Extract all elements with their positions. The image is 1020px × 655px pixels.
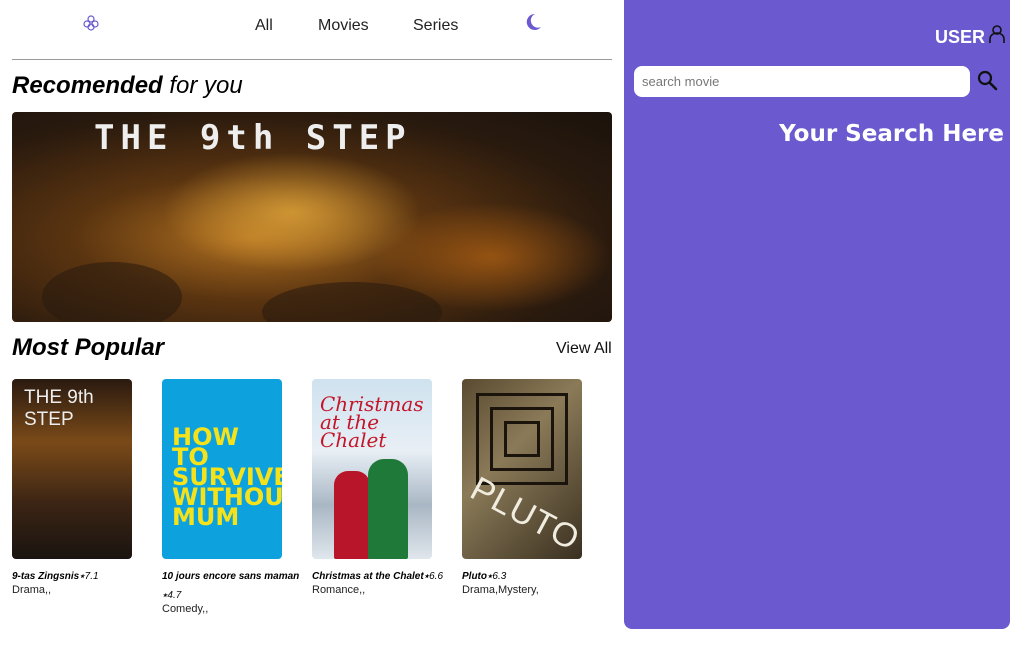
movie-rating-line: ⭑4.7: [162, 590, 302, 601]
movie-poster[interactable]: PLUTO: [462, 379, 582, 559]
movie-title: Pluto: [462, 571, 487, 582]
most-popular-heading: Most Popular: [12, 334, 165, 361]
movie-card: PLUTO Pluto⭑6.3 Drama,Mystery,: [462, 379, 602, 596]
banner-title: THE 9th STEP: [94, 118, 412, 158]
top-navigation: All Movies Series: [12, 0, 612, 60]
poster-text: Christmas at the Chalet: [320, 392, 424, 452]
magnifier-icon[interactable]: [976, 69, 998, 91]
movie-poster[interactable]: THE 9th STEP: [12, 379, 132, 559]
movie-title-line: 9-tas Zingsnis⭑7.1: [12, 571, 152, 582]
nav-all[interactable]: All: [255, 17, 273, 35]
poster-text: HOW TO SURVIVE WITHOUT MUM: [172, 423, 282, 531]
movie-title: Christmas at the Chalet: [312, 571, 424, 582]
movie-rating: 6.3: [492, 571, 507, 582]
recommended-heading-bold: Recomended: [12, 72, 163, 99]
movie-poster[interactable]: HOW TO SURVIVE WITHOUT MUM: [162, 379, 282, 559]
flower-logo-icon[interactable]: [82, 14, 100, 32]
movie-card: HOW TO SURVIVE WITHOUT MUM 10 jours enco…: [162, 379, 302, 615]
view-all-link[interactable]: View All: [556, 340, 612, 358]
nav-series[interactable]: Series: [413, 17, 458, 35]
nav-movies[interactable]: Movies: [318, 17, 369, 35]
movie-genre: Drama,,: [12, 584, 52, 596]
movie-title-line: Pluto⭑6.3: [462, 571, 602, 582]
search-results-heading: Your Search Here: [779, 121, 1004, 147]
movie-rating: 4.7: [167, 590, 182, 601]
movie-title-line: Christmas at the Chalet⭑6.6: [312, 571, 452, 582]
user-icon[interactable]: [988, 24, 1006, 44]
movie-rating: 7.1: [84, 571, 99, 582]
recommended-heading: Recomended for you: [12, 72, 243, 100]
main-content: All Movies Series Recomended for you THE…: [12, 0, 612, 655]
search-panel: USER Your Search Here: [624, 0, 1010, 629]
movie-card: THE 9th STEP 9-tas Zingsnis⭑7.1 Drama,,: [12, 379, 152, 596]
movie-genre: Comedy,,: [162, 603, 209, 615]
movie-genre: Romance,,: [312, 584, 366, 596]
movie-poster[interactable]: Christmas at the Chalet: [312, 379, 432, 559]
moon-icon[interactable]: [524, 12, 542, 32]
movie-card: Christmas at the Chalet Christmas at the…: [312, 379, 452, 596]
movie-rating: 6.6: [429, 571, 444, 582]
movie-title: 9-tas Zingsnis: [12, 571, 80, 582]
poster-text: THE 9th STEP: [24, 387, 94, 430]
movie-title: 10 jours encore sans maman: [162, 571, 300, 582]
movie-genre: Drama,Mystery,: [462, 584, 539, 596]
recommended-heading-light: for you: [169, 72, 243, 99]
search-input[interactable]: [634, 66, 970, 97]
user-label[interactable]: USER: [935, 27, 985, 48]
recommended-banner[interactable]: THE 9th STEP: [12, 112, 612, 322]
